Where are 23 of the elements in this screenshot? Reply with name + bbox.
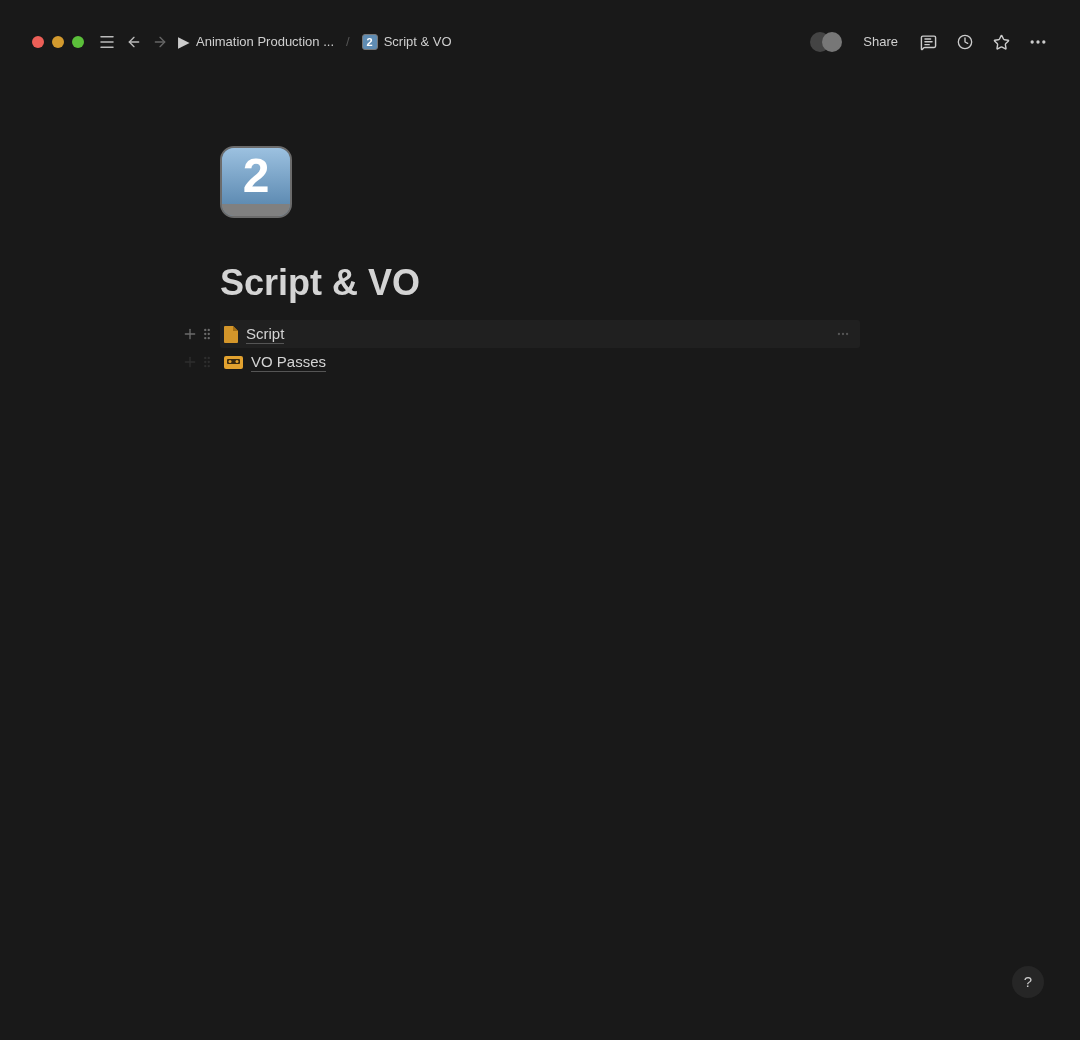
page-title: Script & VO [220, 261, 422, 305]
help-button[interactable]: ? [1012, 966, 1044, 998]
add-block-icon[interactable] [182, 326, 198, 342]
page-link-row[interactable]: Script [220, 320, 860, 348]
breadcrumb-link[interactable]: ▶ Animation Production ... [178, 30, 335, 54]
document-icon [224, 325, 238, 343]
maximize-window-button[interactable] [72, 36, 84, 48]
minimize-window-button[interactable] [52, 36, 64, 48]
page-link[interactable]: VO Passes [251, 352, 327, 372]
breadcrumb-separator: / [346, 33, 350, 52]
menu-icon[interactable] [98, 33, 116, 51]
avatar-group-drawing[interactable] [809, 31, 844, 53]
breadcrumb-link[interactable]: 2 Script & VO [361, 32, 452, 52]
comments-icon[interactable] [920, 33, 937, 51]
favorite-star-icon[interactable] [993, 33, 1010, 51]
close-window-button[interactable] [32, 36, 44, 48]
history-icon[interactable] [957, 34, 973, 50]
page-link[interactable]: Script [246, 324, 285, 344]
number-badge-icon: 2 [220, 146, 292, 218]
cassette-icon [224, 355, 243, 369]
number-badge-icon: 2 [361, 34, 378, 50]
page-link-row[interactable]: VO Passes [220, 348, 860, 376]
share-button[interactable]: Share [859, 32, 902, 52]
